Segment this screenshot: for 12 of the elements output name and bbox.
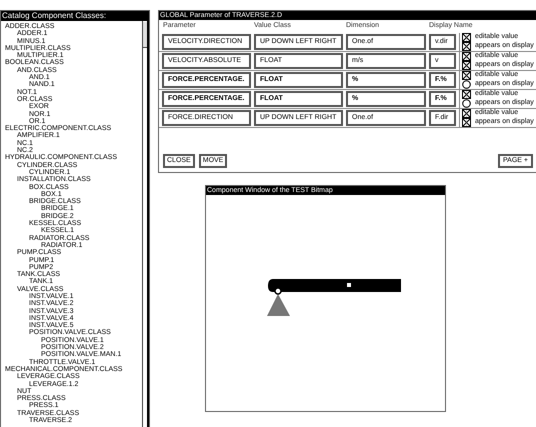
checked-box-icon[interactable]	[462, 33, 471, 42]
checked-box-icon[interactable]	[462, 109, 471, 118]
checked-box-icon[interactable]	[462, 52, 471, 61]
checked-box-icon[interactable]	[462, 90, 471, 99]
unchecked-circle-icon[interactable]	[462, 80, 471, 89]
panel-title: Catalog Component Classes:	[1, 11, 149, 21]
unchecked-circle-icon[interactable]	[462, 99, 471, 108]
checked-box-icon[interactable]	[462, 42, 471, 51]
scrollbar[interactable]	[142, 21, 149, 427]
checked-box-icon[interactable]	[462, 71, 471, 80]
checked-box-icon[interactable]	[462, 118, 471, 127]
checked-box-icon[interactable]	[462, 61, 471, 70]
